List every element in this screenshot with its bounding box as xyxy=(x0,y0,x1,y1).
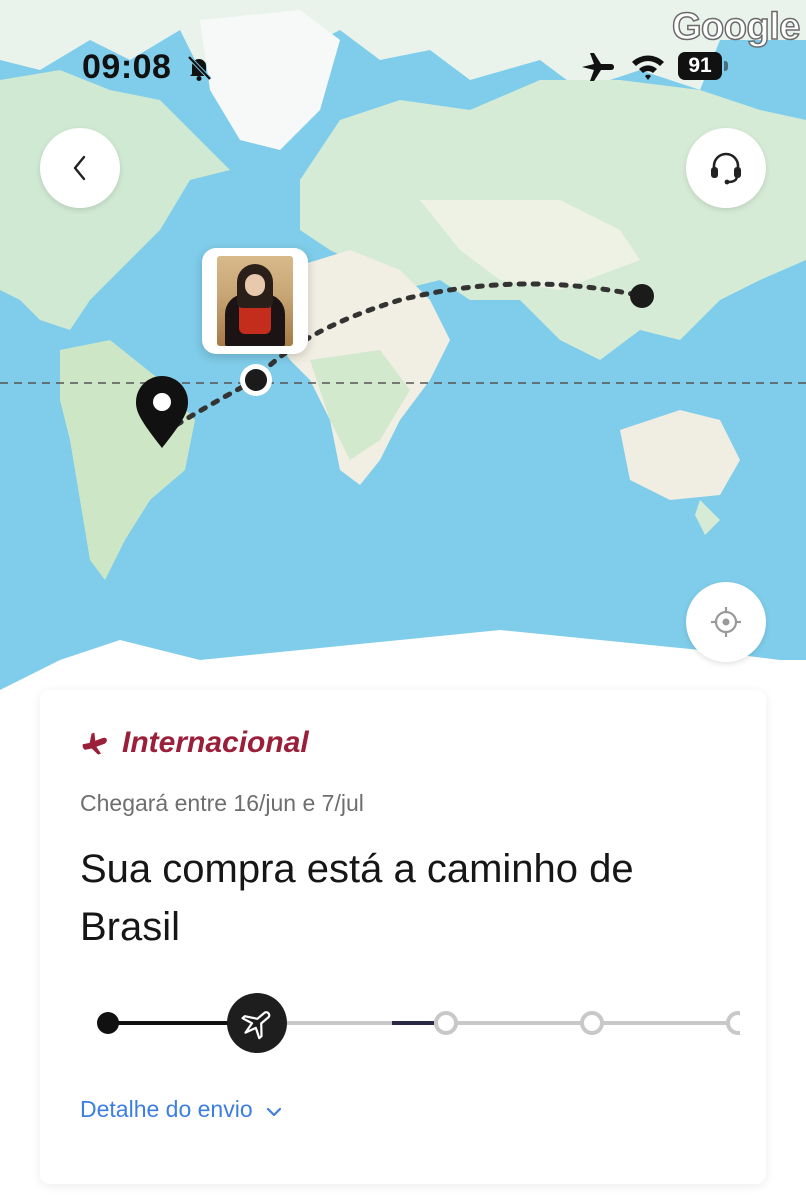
progress-step-5 xyxy=(726,1011,740,1035)
battery-icon: 91 xyxy=(678,52,728,80)
shipment-type: Internacional xyxy=(80,726,309,760)
chevron-left-icon xyxy=(73,155,86,181)
headset-icon xyxy=(711,152,741,185)
progress-step-4 xyxy=(580,1011,604,1035)
progress-step-3 xyxy=(434,1011,458,1035)
shipment-detail-link[interactable]: Detalhe do envio xyxy=(80,1096,283,1123)
status-bar: 09:08 91 xyxy=(0,40,806,92)
airplane-mode-icon xyxy=(582,53,614,81)
shipment-card: Internacional Chegará entre 16/jun e 7/j… xyxy=(40,690,766,1184)
bell-slash-icon xyxy=(187,55,212,81)
support-button[interactable] xyxy=(686,128,766,208)
progress-step-1 xyxy=(97,1012,119,1034)
wifi-icon xyxy=(632,55,664,80)
shipment-headline: Sua compra está a caminho de Brasil xyxy=(80,847,634,949)
status-time: 09:08 xyxy=(82,48,172,86)
shipment-progress xyxy=(97,993,740,1053)
crosshair-icon xyxy=(711,607,741,637)
shipment-detail-label: Detalhe do envio xyxy=(80,1096,253,1122)
shipment-type-label: Internacional xyxy=(122,726,309,759)
product-image xyxy=(217,256,293,346)
product-thumbnail[interactable] xyxy=(202,248,308,354)
locate-button[interactable] xyxy=(686,582,766,662)
progress-step-2 xyxy=(227,993,287,1053)
delivery-estimate: Chegará entre 16/jun e 7/jul xyxy=(80,790,364,816)
chevron-down-icon xyxy=(266,1107,281,1116)
airplane-icon xyxy=(82,732,107,755)
battery-level: 91 xyxy=(678,52,722,80)
back-button[interactable] xyxy=(40,128,120,208)
